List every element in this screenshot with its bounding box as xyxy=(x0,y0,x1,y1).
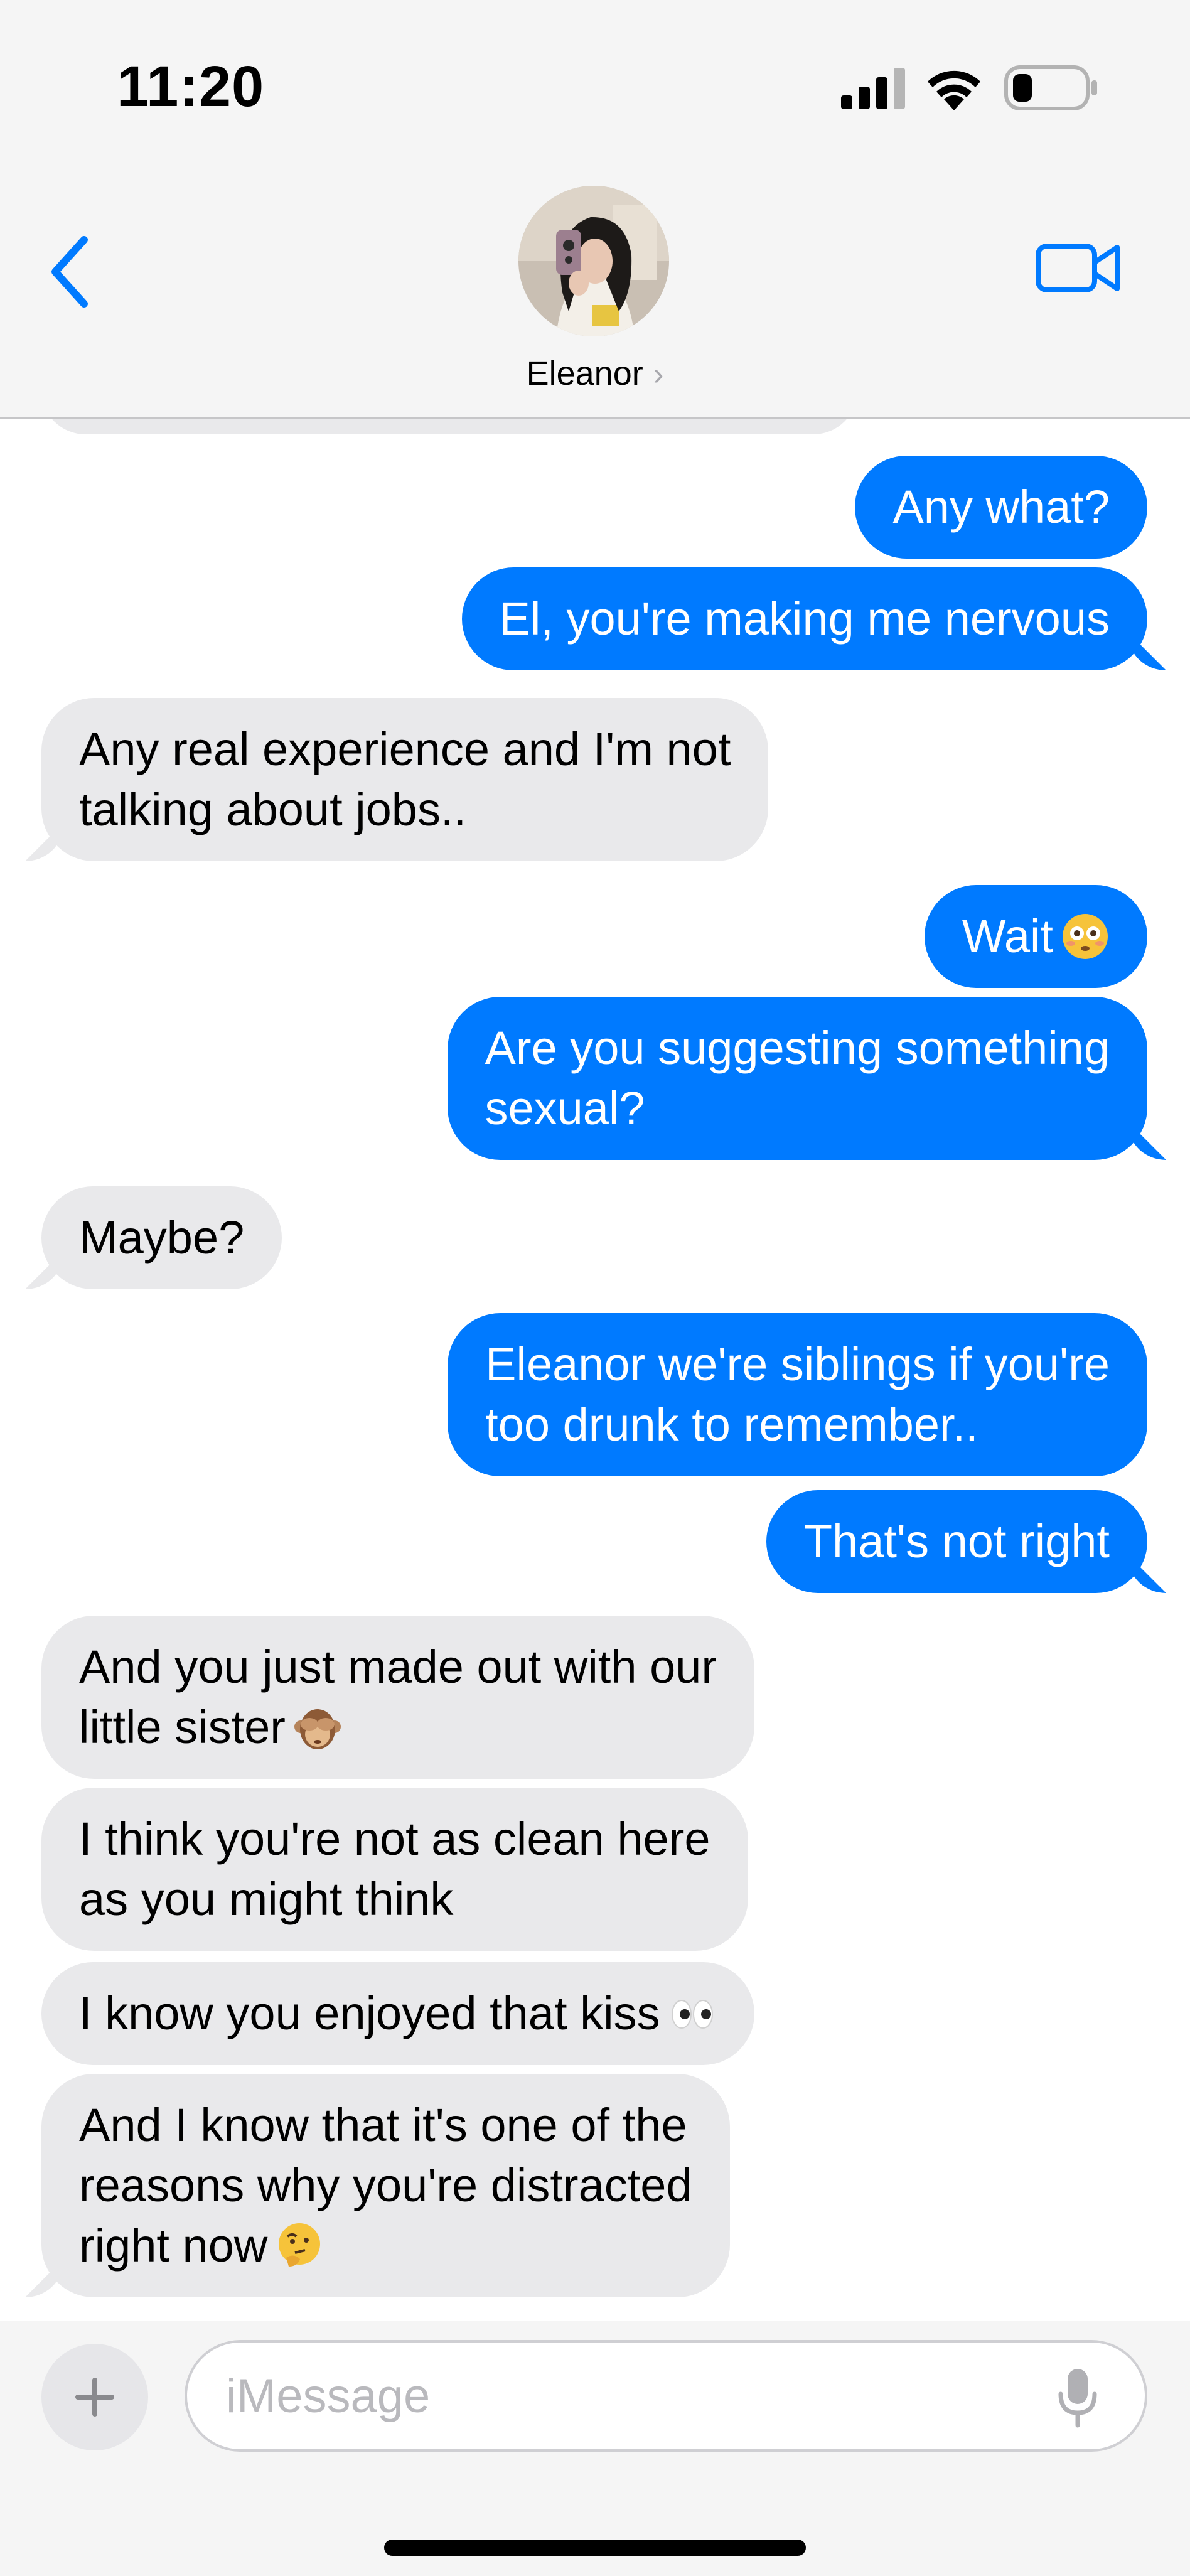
sent-message-bubble[interactable]: That's not right xyxy=(766,1490,1147,1593)
message-text: Eleanor we're siblings if you're xyxy=(485,1338,1110,1390)
plus-button[interactable] xyxy=(41,2344,148,2450)
thinking-face-icon xyxy=(279,2223,321,2267)
sent-message-bubble[interactable]: Eleanor we're siblings if you're too dru… xyxy=(448,1313,1147,1476)
message-text: I think you're not as clean here xyxy=(79,1813,710,1865)
video-camera-icon[interactable] xyxy=(1034,236,1122,299)
sent-message-bubble[interactable]: El, you're making me nervous xyxy=(461,567,1147,670)
message-text: Are you suggesting something xyxy=(485,1022,1110,1074)
status-bar: 11:20 xyxy=(0,0,1190,157)
see-no-evil-monkey-icon xyxy=(294,1709,341,1749)
battery-icon xyxy=(1004,65,1097,110)
message-text: Wait xyxy=(962,910,1053,962)
composer-bar xyxy=(0,2321,1190,2576)
received-message-bubble[interactable]: Maybe? xyxy=(41,1186,282,1289)
message-text: too drunk to remember.. xyxy=(485,1398,978,1451)
message-text: Maybe? xyxy=(79,1211,245,1264)
message-text: talking about jobs.. xyxy=(79,783,467,835)
flushed-face-icon xyxy=(1063,914,1108,959)
message-text: I know you enjoyed that kiss xyxy=(79,1987,660,2039)
message-text: El, you're making me nervous xyxy=(499,593,1110,645)
cellular-signal-icon xyxy=(841,68,905,109)
message-text: as you might think xyxy=(79,1873,454,1925)
message-text: Any what? xyxy=(893,481,1110,533)
eyes-icon xyxy=(671,2000,713,2029)
contact-name-button[interactable]: Eleanor › xyxy=(0,354,1190,393)
chevron-right-icon: › xyxy=(653,357,664,392)
received-message-bubble[interactable]: Any real experience and I'm not talking … xyxy=(41,698,769,861)
message-text: sexual? xyxy=(485,1082,645,1134)
message-text: right now xyxy=(79,2219,268,2272)
received-message-bubble[interactable]: And I know that it's one of the reasons … xyxy=(41,2074,730,2297)
avatar[interactable] xyxy=(518,186,669,336)
conversation-header: Eleanor › xyxy=(0,157,1190,419)
sent-message-bubble[interactable]: Wait xyxy=(924,885,1147,988)
imessage-input[interactable] xyxy=(185,2340,1147,2452)
message-text: That's not right xyxy=(803,1515,1110,1567)
message-text: Any real experience and I'm not xyxy=(79,723,731,775)
sent-message-bubble[interactable]: Are you suggesting something sexual? xyxy=(447,997,1147,1160)
message-text: And you just made out with our xyxy=(79,1641,717,1693)
microphone-icon[interactable] xyxy=(1057,2366,1098,2428)
received-message-bubble[interactable]: I know you enjoyed that kiss xyxy=(41,1962,754,2065)
plus-icon xyxy=(75,2378,114,2417)
message-text: And I know that it's one of the xyxy=(79,2099,687,2151)
message-thread[interactable]: Any what? El, you're making me nervous A… xyxy=(0,419,1190,2321)
message-text: reasons why you're distracted xyxy=(79,2159,692,2211)
home-indicator[interactable] xyxy=(384,2540,806,2556)
contact-name: Eleanor xyxy=(526,355,643,392)
wifi-icon xyxy=(928,70,980,110)
received-message-bubble[interactable]: I think you're not as clean here as you … xyxy=(41,1788,748,1951)
status-time: 11:20 xyxy=(117,55,265,119)
previous-message-bubble xyxy=(41,419,857,434)
message-text: little sister xyxy=(79,1701,286,1753)
received-message-bubble[interactable]: And you just made out with our little si… xyxy=(41,1616,755,1779)
chevron-left-icon[interactable] xyxy=(44,231,100,313)
sent-message-bubble[interactable]: Any what? xyxy=(855,456,1147,559)
